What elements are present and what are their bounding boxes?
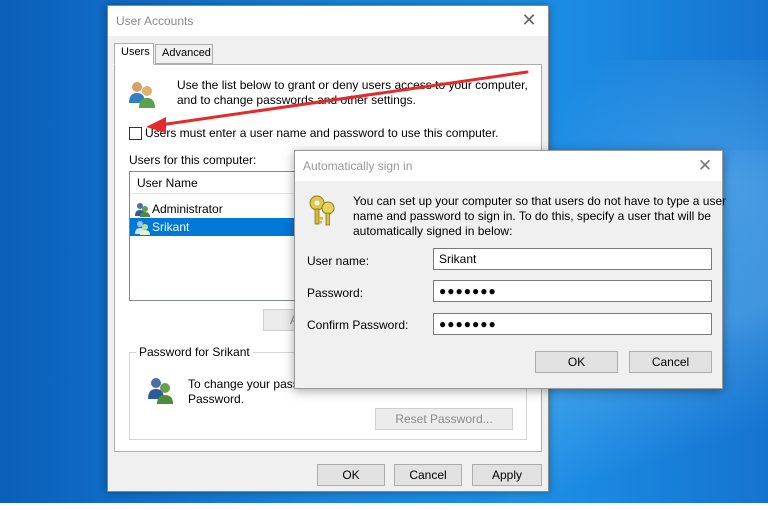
description-line1: You can set up your computer so that use… <box>353 194 727 208</box>
user-row-icon <box>135 203 150 217</box>
auto-signin-title: Automatically sign in <box>303 159 413 173</box>
users-for-computer-label: Users for this computer: <box>129 153 257 167</box>
ok-button[interactable]: OK <box>317 464 385 486</box>
user-accounts-title: User Accounts <box>116 14 194 28</box>
password-info-line1: To change your passv <box>188 377 305 391</box>
apply-button[interactable]: Apply <box>472 464 542 486</box>
keys-icon <box>309 195 335 226</box>
list-item-label: Srikant <box>152 220 190 234</box>
password-field[interactable]: ●●●●●●● <box>433 280 712 302</box>
cancel-button[interactable]: Cancel <box>629 351 712 373</box>
cancel-button[interactable]: Cancel <box>394 464 462 486</box>
users-icon <box>129 82 155 108</box>
column-user-name[interactable]: User Name <box>137 176 198 190</box>
ok-button[interactable]: OK <box>535 351 618 373</box>
username-field[interactable]: Srikant <box>433 248 712 270</box>
tab-advanced[interactable]: Advanced <box>155 44 213 64</box>
reset-password-button[interactable]: Reset Password... <box>375 408 513 430</box>
require-password-label[interactable]: Users must enter a user name and passwor… <box>145 126 499 140</box>
users-listbox[interactable]: User Name Administrator Srikant <box>129 171 299 301</box>
close-icon[interactable]: ✕ <box>694 155 716 177</box>
auto-signin-dialog: Automatically sign in ✕ You can set up y… <box>294 150 727 389</box>
require-password-checkbox[interactable] <box>129 127 142 140</box>
user-icon <box>148 378 173 404</box>
confirm-password-field[interactable]: ●●●●●●● <box>433 313 712 335</box>
password-group-label: Password for Srikant <box>136 345 253 359</box>
description-line2: name and password to sign in. To do this… <box>353 209 711 223</box>
user-accounts-titlebar: User Accounts ✕ <box>108 6 548 36</box>
list-header[interactable]: User Name <box>130 172 298 194</box>
user-row-icon <box>135 221 150 235</box>
password-info-line2: Password. <box>188 392 245 406</box>
confirm-password-label: Confirm Password: <box>307 318 409 332</box>
username-label: User name: <box>307 254 370 268</box>
intro-text-line2: and to change passwords and other settin… <box>177 93 416 107</box>
auto-signin-titlebar: Automatically sign in ✕ <box>295 151 722 181</box>
close-icon[interactable]: ✕ <box>518 9 540 31</box>
password-label: Password: <box>307 286 364 300</box>
list-item-administrator[interactable]: Administrator <box>130 200 298 218</box>
intro-text-line1: Use the list below to grant or deny user… <box>177 78 528 92</box>
tab-users[interactable]: Users <box>114 43 154 65</box>
list-item-srikant[interactable]: Srikant <box>130 218 298 236</box>
description-line3: automatically signed in below: <box>353 224 513 238</box>
list-item-label: Administrator <box>152 202 223 216</box>
